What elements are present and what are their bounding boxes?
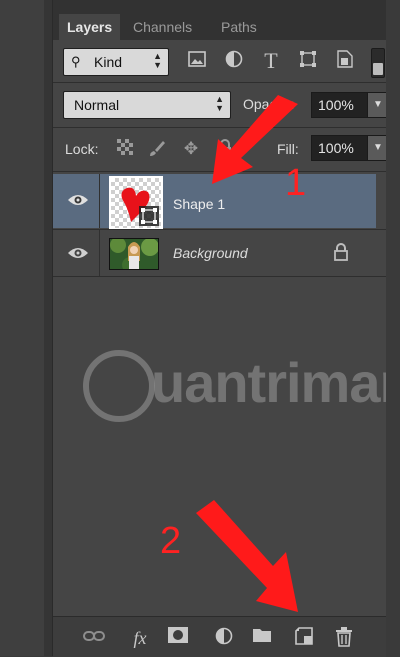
link-layers-icon[interactable] [83,627,105,649]
panel-scrollbar[interactable] [386,0,400,656]
fill-input[interactable]: 100% [311,135,369,161]
type-filter-icon[interactable]: T [260,50,282,72]
watermark-logo-icon [83,350,155,422]
tab-layers[interactable]: Layers [59,14,121,40]
lock-all-icon[interactable] [215,139,235,159]
opacity-input[interactable]: 100% [311,92,369,118]
divider [53,82,386,83]
blend-mode-label: Normal [74,97,120,113]
lock-image-icon[interactable] [147,139,167,159]
watermark-text: uantrimang [151,351,400,414]
divider [53,171,386,172]
tab-paths[interactable]: Paths [213,14,265,40]
filter-kind-select[interactable]: ⚲ Kind ▲ ▼ [63,48,169,76]
lock-label: Lock: [65,141,99,157]
image-filter-icon[interactable] [186,50,208,72]
layer-lock-icon[interactable] [334,243,348,266]
panel-splitter[interactable] [44,0,52,656]
row-divider [99,174,100,228]
new-layer-icon[interactable] [293,627,315,649]
annotation-number-2: 2 [160,520,182,562]
layer-name[interactable]: Shape 1 [173,196,225,212]
blend-mode-select[interactable]: Normal ▲ ▼ [63,91,231,119]
filter-toggle-knob [373,63,383,75]
shape-filter-icon[interactable] [297,50,319,72]
annotation-number-1: 1 [285,162,307,204]
layers-bottom-toolbar: fx [53,616,386,657]
tab-channels[interactable]: Channels [125,14,200,40]
layers-panel: Layers Channels Paths ≡ ⚲ Kind ▲▼ T Norm… [53,0,400,657]
opacity-label: Opacity: [243,96,295,112]
adjustment-filter-icon[interactable] [223,50,245,72]
lock-transparent-icon[interactable] [115,139,135,159]
fill-label: Fill: [277,141,299,157]
row-divider [99,230,100,276]
background-layer-thumbnail[interactable] [109,238,159,270]
filter-kind-label: Kind [94,54,123,70]
group-folder-icon[interactable] [251,627,273,649]
select-arrows-icon: ▲ ▼ [153,51,162,70]
layer-row-background[interactable]: Background [53,230,376,276]
visibility-eye-icon[interactable] [67,192,89,208]
divider [53,276,386,277]
panel-tab-bar: Layers Channels Paths ≡ [53,0,400,40]
trash-icon[interactable] [333,627,355,649]
shape-layer-thumbnail[interactable] [109,176,163,230]
smart-object-filter-icon[interactable] [334,50,356,72]
canvas-area-edge [0,0,53,656]
adjustment-layer-icon[interactable] [213,627,235,649]
visibility-eye-icon[interactable] [67,245,89,261]
fx-icon[interactable]: fx [129,627,151,649]
filter-toggle[interactable] [371,48,385,78]
layer-name[interactable]: Background [173,245,248,261]
select-arrows-icon: ▲ ▼ [215,94,224,113]
divider [53,127,386,128]
add-mask-icon[interactable] [167,627,189,649]
lock-position-icon[interactable]: ✥ [181,139,201,159]
search-icon: ⚲ [71,54,81,69]
layer-row-shape-1[interactable]: Shape 1 [53,174,376,230]
